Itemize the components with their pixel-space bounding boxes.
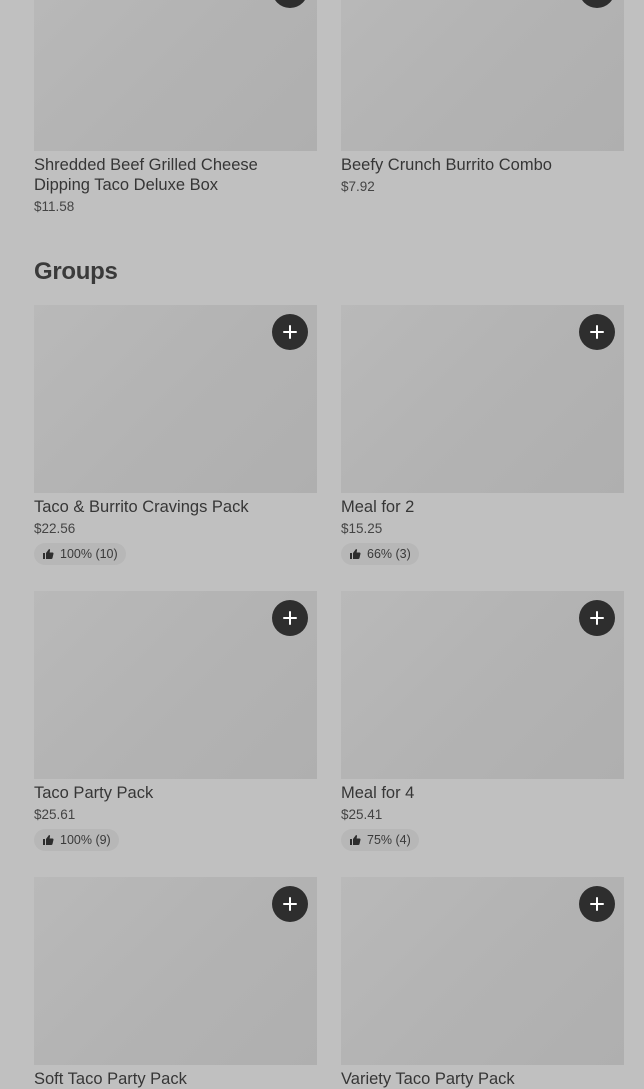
menu-item-card[interactable]: Variety Taco Party Pack xyxy=(341,877,624,1089)
thumbs-up-icon xyxy=(350,549,361,559)
menu-item-card[interactable]: Meal for 2 $15.25 66% (3) xyxy=(341,305,624,565)
rating-badge: 100% (10) xyxy=(34,543,126,565)
rating-text: 66% (3) xyxy=(367,547,411,561)
rating-badge: 75% (4) xyxy=(341,829,419,851)
add-to-cart-button[interactable] xyxy=(272,600,308,636)
plus-icon xyxy=(590,611,604,625)
thumbs-up-icon xyxy=(43,549,54,559)
item-image xyxy=(34,877,317,1065)
menu-item-card[interactable]: Meal for 4 $25.41 75% (4) xyxy=(341,591,624,851)
item-name: Taco Party Pack xyxy=(34,784,154,802)
item-image xyxy=(34,305,317,493)
item-name: Soft Taco Party Pack xyxy=(34,1070,187,1088)
item-price: $25.61 xyxy=(34,807,76,822)
rating-badge: 66% (3) xyxy=(341,543,419,565)
plus-icon xyxy=(283,611,297,625)
item-name: Variety Taco Party Pack xyxy=(341,1070,515,1088)
item-name: Taco & Burrito Cravings Pack xyxy=(34,498,249,516)
add-to-cart-button[interactable] xyxy=(272,0,308,8)
add-to-cart-button[interactable] xyxy=(272,886,308,922)
item-image xyxy=(341,305,624,493)
item-price: $15.25 xyxy=(341,521,383,536)
thumbs-up-icon xyxy=(350,835,361,845)
menu-page: Shredded Beef Grilled Cheese Dipping Tac… xyxy=(0,0,644,1089)
menu-item-card[interactable]: Taco Party Pack $25.61 100% (9) xyxy=(34,591,317,851)
rating-text: 100% (10) xyxy=(60,547,118,561)
rating-text: 75% (4) xyxy=(367,833,411,847)
rating-badge: 100% (9) xyxy=(34,829,119,851)
section-title-groups: Groups xyxy=(34,258,118,285)
plus-icon xyxy=(283,325,297,339)
rating-text: 100% (9) xyxy=(60,833,111,847)
plus-icon xyxy=(283,897,297,911)
plus-icon xyxy=(590,325,604,339)
menu-item-card[interactable]: Shredded Beef Grilled Cheese Dipping Tac… xyxy=(34,0,317,215)
item-name: Beefy Crunch Burrito Combo xyxy=(341,156,552,174)
add-to-cart-button[interactable] xyxy=(579,600,615,636)
item-image xyxy=(34,591,317,779)
item-name: Meal for 2 xyxy=(341,498,415,516)
item-price: $7.92 xyxy=(341,179,375,194)
item-price: $11.58 xyxy=(34,199,75,214)
thumbs-up-icon xyxy=(43,835,54,845)
item-price: $22.56 xyxy=(34,521,76,536)
plus-icon xyxy=(590,897,604,911)
menu-item-card[interactable]: Soft Taco Party Pack xyxy=(34,877,317,1089)
item-name: Meal for 4 xyxy=(341,784,415,802)
item-image xyxy=(34,0,317,151)
menu-item-card[interactable]: Beefy Crunch Burrito Combo $7.92 xyxy=(341,0,624,195)
item-price: $25.41 xyxy=(341,807,383,822)
item-image xyxy=(341,0,624,151)
add-to-cart-button[interactable] xyxy=(579,886,615,922)
menu-item-card[interactable]: Taco & Burrito Cravings Pack $22.56 100%… xyxy=(34,305,317,565)
add-to-cart-button[interactable] xyxy=(579,314,615,350)
item-image xyxy=(341,591,624,779)
item-image xyxy=(341,877,624,1065)
add-to-cart-button[interactable] xyxy=(579,0,615,8)
item-name: Shredded Beef Grilled Cheese Dipping Tac… xyxy=(34,156,258,194)
add-to-cart-button[interactable] xyxy=(272,314,308,350)
